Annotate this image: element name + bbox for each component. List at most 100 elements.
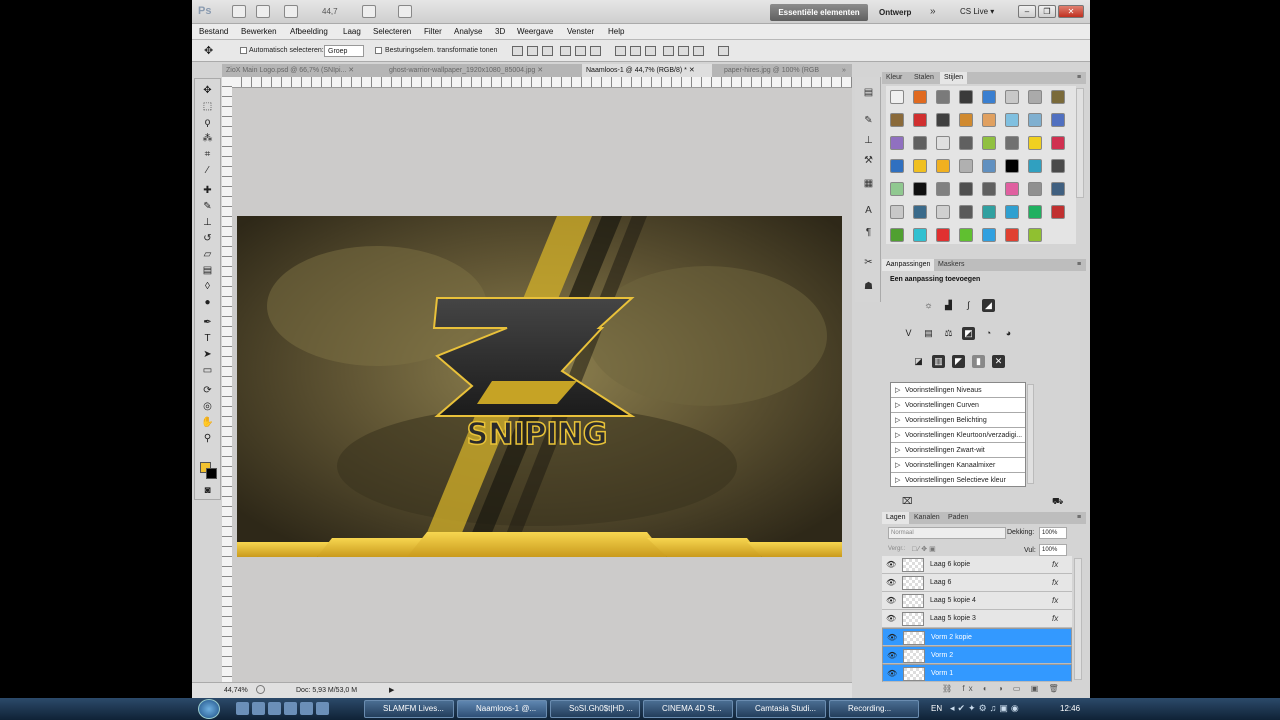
crop-tool-icon[interactable]: ⌗ [201,148,214,161]
clone-stamp-tool-icon[interactable]: ⊥ [201,216,214,229]
auto-select-group-dropdown[interactable]: Groep [324,45,364,57]
style-swatch[interactable] [913,205,927,219]
path-selection-tool-icon[interactable]: ➤ [201,348,214,361]
taskbar-item[interactable]: CINEMA 4D St... [643,700,733,718]
layer-row[interactable]: 👁 Laag 6 fx [882,574,1072,592]
style-swatch[interactable] [1028,90,1042,104]
visibility-eye-icon[interactable]: 👁 [887,633,897,642]
style-swatch[interactable] [959,205,973,219]
tab-paper-hires[interactable]: paper-hires.jpg @ 100% (RGB [720,64,835,77]
tab-paden[interactable]: Paden [944,512,972,524]
layers-footer-icons[interactable]: ⛓ fx ◐ ◑ ▭ ▣ 🗑 [942,684,1063,693]
close-icon[interactable]: ✕ [348,67,354,74]
workspace-more-button[interactable]: » [930,6,936,17]
style-swatch[interactable] [890,159,904,173]
quick-mask-icon[interactable]: ◙ [201,484,214,497]
style-swatch[interactable] [959,113,973,127]
menu-laag[interactable]: Laag [343,27,361,36]
visibility-eye-icon[interactable]: 👁 [886,596,896,605]
style-swatch[interactable] [1005,113,1019,127]
style-swatch[interactable] [936,228,950,242]
style-swatch[interactable] [1028,228,1042,242]
style-swatch[interactable] [1028,205,1042,219]
history-panel-icon[interactable]: ▤ [862,87,875,99]
workspace-design-button[interactable]: Ontwerp [879,8,911,17]
pen-tool-icon[interactable]: ✒ [201,316,214,329]
visibility-eye-icon[interactable]: 👁 [887,669,897,678]
taskbar-item[interactable]: Camtasia Studi... [736,700,826,718]
color-balance-icon[interactable]: ⚖ [942,327,955,340]
quicklaunch-ie-icon[interactable] [268,702,281,715]
style-swatch[interactable] [1051,113,1065,127]
menu-weergave[interactable]: Weergave [517,27,553,36]
style-swatch[interactable] [1005,159,1019,173]
document-canvas[interactable]: SNIPING [237,216,842,557]
visibility-eye-icon[interactable]: 👁 [886,578,896,587]
layer-row[interactable]: 👁 Laag 5 kopie 4 fx [882,592,1072,610]
maximize-button[interactable]: ❐ [1038,5,1056,18]
tab-stalen[interactable]: Stalen [910,72,938,84]
visibility-eye-icon[interactable]: 👁 [887,651,897,660]
tab-lagen[interactable]: Lagen [882,512,910,524]
distribute-right-icon[interactable] [693,46,704,56]
style-swatch[interactable] [936,136,950,150]
status-zoom[interactable]: 44,74% [224,687,248,694]
align-vcenter-icon[interactable] [527,46,538,56]
layers-scrollbar[interactable] [1074,558,1082,680]
style-swatch[interactable] [982,182,996,196]
panel-menu-icon[interactable]: ≡ [1077,74,1081,81]
preset-curven[interactable]: ▷ Voorinstellingen Curven [891,398,1025,413]
style-swatch[interactable] [936,205,950,219]
menu-bewerken[interactable]: Bewerken [241,27,277,36]
lock-icons[interactable]: □ ⁄ ✥ ▣ [912,545,936,553]
visibility-eye-icon[interactable]: 👁 [886,560,896,569]
view-extras-icon[interactable] [284,5,298,18]
style-swatch[interactable] [913,113,927,127]
paragraph-panel-icon[interactable]: ¶ [862,227,875,239]
tabs-more-button[interactable]: » [838,64,852,77]
menu-analyse[interactable]: Analyse [454,27,482,36]
layer-row-selected[interactable]: 👁 Vorm 1 [882,664,1072,682]
history-brush-tool-icon[interactable]: ↺ [201,232,214,245]
align-hcenter-icon[interactable] [575,46,586,56]
minimize-button[interactable]: – [1018,5,1036,18]
tab-aanpassingen[interactable]: Aanpassingen [882,259,935,271]
tab-ghost-warrior-wallpaper[interactable]: ghost-warrior-wallpaper_1920x1080_85004.… [385,64,580,77]
threshold-icon[interactable]: ◤ [952,355,965,368]
exposure-icon[interactable]: ◢ [982,299,995,312]
healing-brush-tool-icon[interactable]: ✚ [201,184,214,197]
menu-selecteren[interactable]: Selecteren [373,27,411,36]
close-icon[interactable]: ✕ [537,67,543,74]
brush-tool-icon[interactable]: ✎ [201,200,214,213]
style-swatch[interactable] [1028,136,1042,150]
style-swatch[interactable] [1051,205,1065,219]
background-color-swatch[interactable] [206,468,217,479]
gradient-map-icon[interactable]: ▮ [972,355,985,368]
fx-icon[interactable]: fx [1052,596,1058,605]
preset-niveaus[interactable]: ▷ Voorinstellingen Niveaus [891,383,1025,398]
style-swatch[interactable] [1005,90,1019,104]
style-swatch[interactable] [936,159,950,173]
marquee-tool-icon[interactable]: ⬚ [201,100,214,113]
tab-kleur[interactable]: Kleur [882,72,906,84]
brightness-contrast-icon[interactable]: ☼ [922,299,935,312]
style-swatch[interactable] [913,136,927,150]
style-swatch[interactable] [936,182,950,196]
tab-kanalen[interactable]: Kanalen [910,512,944,524]
align-right-icon[interactable] [590,46,601,56]
taskbar-item[interactable]: Recording... [829,700,919,718]
style-swatch[interactable] [890,205,904,219]
tab-stijlen[interactable]: Stijlen [940,72,968,84]
style-swatch[interactable] [1028,182,1042,196]
style-swatch[interactable] [936,113,950,127]
posterize-icon[interactable]: ▥ [932,355,945,368]
transform-controls-checkbox[interactable] [375,47,382,54]
style-swatch[interactable] [890,228,904,242]
screen-mode-icon[interactable] [398,5,412,18]
3d-rotate-tool-icon[interactable]: ⟳ [201,384,214,397]
eyedropper-tool-icon[interactable]: ⁄ [201,164,214,177]
status-arrow-icon[interactable]: ▶ [389,686,394,694]
vibrance-icon[interactable]: V [902,327,915,340]
panel-menu-icon[interactable]: ≡ [1077,514,1081,521]
gradient-tool-icon[interactable]: ▤ [201,264,214,277]
